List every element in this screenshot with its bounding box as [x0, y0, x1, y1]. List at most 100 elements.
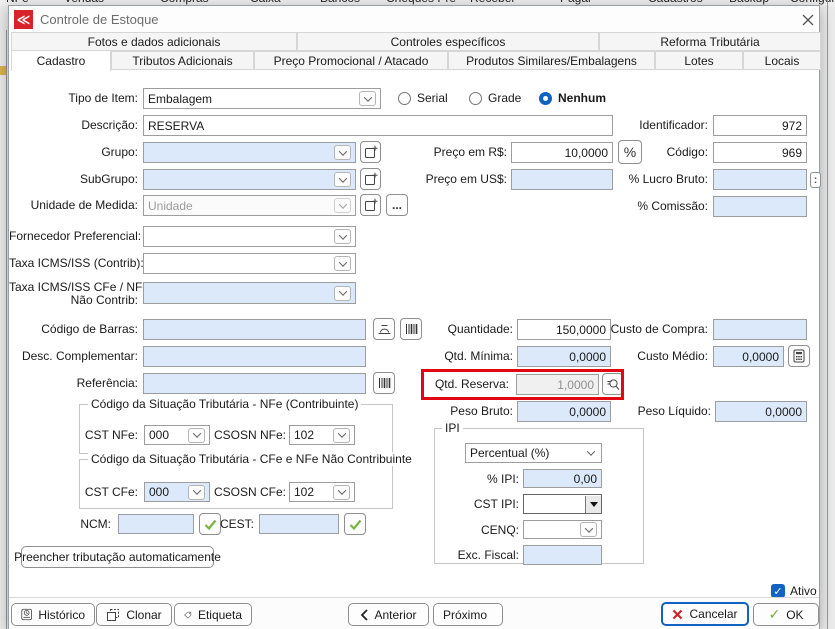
add-unidade-button[interactable] — [360, 194, 381, 216]
chevron-left-icon — [360, 609, 368, 621]
csosn-nfe-combo[interactable]: 102 — [289, 425, 355, 445]
unidade-de-medida-combo[interactable]: Unidade — [143, 195, 356, 216]
controle-de-estoque-dialog: ≪ Controle de Estoque Fotos e dados adic… — [8, 5, 820, 629]
fornecedor-preferencial-combo[interactable] — [143, 226, 356, 247]
history-icon — [21, 607, 32, 622]
tab-preco-promocional-atacado[interactable]: Preço Promocional / Atacado — [254, 51, 448, 70]
chevron-down-icon — [333, 485, 350, 500]
exc-fiscal-input[interactable] — [523, 545, 602, 565]
preencher-tributacao-button[interactable]: Preencher tributação automaticamente — [21, 546, 214, 568]
custo-medio-value: 0,0000 — [742, 350, 779, 364]
tab-locais[interactable]: Locais — [743, 51, 821, 70]
cst-nfe-value: 000 — [149, 428, 169, 442]
descricao-input[interactable]: RESERVA — [143, 115, 613, 136]
cest-label: CEST: — [214, 514, 254, 535]
clone-icon — [106, 608, 120, 622]
desc-complementar-label: Desc. Complementar: — [9, 346, 138, 367]
pct-ipi-input[interactable]: 0,00 — [523, 469, 602, 488]
peso-liquido-label: Peso Líquido: — [552, 401, 711, 422]
clonar-button[interactable]: Clonar — [96, 603, 172, 626]
group-ipi-title: IPI — [442, 421, 463, 435]
tab-cadastro[interactable]: Cadastro — [11, 50, 111, 71]
cest-validate-button[interactable] — [344, 513, 366, 535]
chevron-down-icon — [333, 428, 350, 443]
close-button[interactable] — [797, 10, 819, 29]
ncm-input[interactable] — [118, 514, 194, 534]
cancelar-button[interactable]: Cancelar — [661, 602, 749, 626]
app-logo-icon: ≪ — [14, 10, 33, 29]
titlebar[interactable]: ≪ Controle de Estoque — [9, 6, 819, 32]
tipo-de-item-combo[interactable]: Embalagem — [143, 88, 381, 109]
unidade-more-button[interactable]: ... — [386, 194, 408, 216]
csosn-cfe-combo[interactable]: 102 — [289, 482, 355, 502]
desc-complementar-input[interactable] — [143, 346, 366, 367]
lucro-bruto-input[interactable] — [713, 169, 807, 190]
green-check-icon: ✓ — [768, 606, 780, 623]
ok-label: OK — [786, 608, 803, 622]
side-more-button[interactable]: : — [810, 172, 821, 188]
tab-lotes[interactable]: Lotes — [655, 51, 743, 70]
background-window-fragment — [0, 66, 6, 75]
radio-grade[interactable]: Grade — [469, 90, 521, 106]
cenq-label: CENQ: — [435, 520, 519, 541]
ok-button[interactable]: ✓ OK — [753, 603, 819, 626]
calculator-button[interactable] — [788, 345, 810, 367]
qtd-reserva-search-button[interactable] — [602, 373, 623, 395]
chevron-down-icon — [334, 198, 351, 213]
magnifier-document-icon — [606, 378, 620, 391]
subgrupo-combo[interactable] — [143, 169, 356, 190]
tipo-de-item-value: Embalagem — [148, 92, 212, 106]
preco-us-label: Preço em US$: — [339, 169, 507, 190]
custo-medio-input[interactable]: 0,0000 — [713, 346, 784, 367]
dialog-title: Controle de Estoque — [40, 12, 159, 27]
taxa-cfe-label-line2: Não Contrib: — [71, 293, 138, 307]
codigo-input[interactable]: 969 — [713, 142, 807, 163]
cenq-combo[interactable] — [523, 520, 602, 539]
pct-ipi-value: 0,00 — [574, 472, 597, 486]
radio-nenhum[interactable]: Nenhum — [539, 90, 606, 106]
cst-ipi-label: CST IPI: — [435, 494, 519, 515]
radio-serial-label: Serial — [417, 91, 448, 105]
custo-de-compra-input[interactable] — [713, 319, 807, 340]
comissao-input[interactable] — [713, 196, 807, 217]
calculator-icon — [793, 349, 805, 363]
anterior-label: Anterior — [374, 608, 416, 622]
historico-button[interactable]: Histórico — [11, 603, 95, 626]
codigo-de-barras-input[interactable] — [143, 319, 366, 340]
grupo-combo[interactable] — [143, 142, 356, 163]
tab-controles-especificos[interactable]: Controles específicos — [297, 32, 599, 51]
dropdown-arrow-button[interactable] — [585, 496, 601, 513]
cst-cfe-value: 000 — [149, 485, 169, 499]
subgrupo-label: SubGrupo: — [9, 169, 138, 190]
peso-liquido-value: 0,0000 — [765, 405, 802, 419]
qtd-reserva-input[interactable]: 1,0000 — [516, 374, 599, 395]
ipi-mode-value: Percentual (%) — [470, 446, 549, 460]
taxa-cfe-label-line1: Taxa ICMS/ISS CFe / NFe — [9, 280, 149, 294]
peso-liquido-input[interactable]: 0,0000 — [715, 401, 807, 422]
ellipsis-icon: ... — [392, 198, 402, 212]
tab-produtos-similares-embalagens[interactable]: Produtos Similares/Embalagens — [448, 51, 655, 70]
identificador-input[interactable]: 972 — [713, 115, 807, 136]
radio-serial[interactable]: Serial — [398, 90, 448, 106]
taxa-icms-cfe-combo[interactable] — [143, 282, 356, 304]
proximo-button[interactable]: Próximo — [433, 603, 503, 626]
tab-reforma-tributaria[interactable]: Reforma Tributária — [599, 32, 821, 51]
etiqueta-button[interactable]: Etiqueta — [174, 603, 252, 626]
anterior-button[interactable]: Anterior — [348, 603, 429, 626]
ativo-checkbox[interactable]: ✓ — [771, 584, 785, 598]
cst-ipi-combo[interactable] — [523, 494, 602, 514]
background-window-edge — [6, 30, 7, 629]
tab-tributos-adicionais[interactable]: Tributos Adicionais — [111, 51, 254, 70]
group-ipi: IPI Percentual (%) % IPI: 0,00 CST IPI: … — [434, 428, 644, 564]
csosn-nfe-value: 102 — [294, 428, 314, 442]
tab-fotos-e-dados-adicionais[interactable]: Fotos e dados adicionais — [11, 32, 297, 51]
referencia-input[interactable] — [143, 373, 366, 394]
taxa-icms-cfe-label: Taxa ICMS/ISS CFe / NFe Não Contrib: — [9, 279, 138, 307]
taxa-icms-contrib-combo[interactable] — [143, 253, 356, 274]
qtd-minima-label: Qtd. Mínima: — [339, 346, 513, 367]
cest-input[interactable] — [259, 514, 339, 534]
colon-dots-icon: : — [814, 175, 817, 186]
chevron-down-icon — [334, 229, 351, 244]
chevron-down-icon — [587, 447, 595, 455]
ipi-mode-combo[interactable]: Percentual (%) — [465, 443, 602, 463]
